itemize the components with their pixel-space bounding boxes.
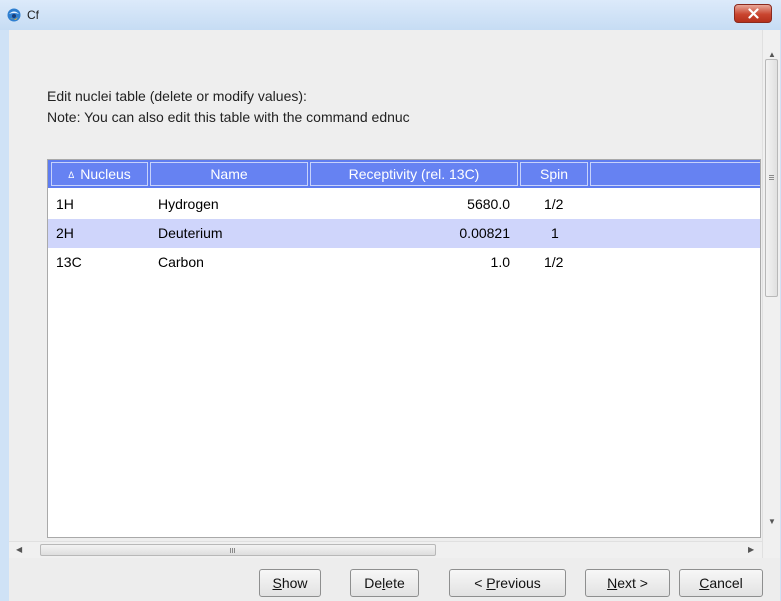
- cell-spin[interactable]: 1/2: [544, 248, 563, 277]
- dialog-body: Edit nuclei table (delete or modify valu…: [9, 30, 780, 601]
- column-header-empty[interactable]: [590, 162, 760, 186]
- cell-name[interactable]: Carbon: [158, 248, 204, 277]
- table-header: Δ Nucleus Name Receptivity (rel. 13C) Spi…: [48, 160, 760, 188]
- cell-spin[interactable]: 1/2: [544, 190, 563, 219]
- delete-button[interactable]: Delete: [350, 569, 419, 597]
- close-icon: [748, 8, 759, 19]
- cell-receptivity[interactable]: 5680.0: [467, 190, 510, 219]
- cell-receptivity[interactable]: 1.0: [491, 248, 510, 277]
- table-row-selected[interactable]: 2H Deuterium 0.00821 1: [48, 219, 760, 248]
- cell-nucleus[interactable]: 13C: [56, 248, 82, 277]
- arrow-up-icon[interactable]: ▲: [768, 50, 776, 59]
- app-icon: [6, 7, 22, 23]
- arrow-left-icon[interactable]: ◀: [16, 545, 22, 554]
- cell-name[interactable]: Deuterium: [158, 219, 223, 248]
- next-button[interactable]: Next >: [585, 569, 670, 597]
- cancel-button[interactable]: Cancel: [679, 569, 763, 597]
- column-header-label: Spin: [539, 166, 569, 182]
- vertical-scrollbar[interactable]: ▲ ▼: [762, 30, 780, 558]
- cell-spin[interactable]: 1: [551, 219, 559, 248]
- table-row[interactable]: 13C Carbon 1.0 1/2: [48, 248, 760, 277]
- column-header-label: Name: [210, 166, 248, 182]
- cell-nucleus[interactable]: 2H: [56, 219, 74, 248]
- nuclei-table[interactable]: Δ Nucleus Name Receptivity (rel. 13C) Spi…: [47, 159, 761, 538]
- window-title: Cf: [27, 8, 39, 22]
- arrow-right-icon[interactable]: ▶: [748, 545, 754, 554]
- column-header-spin[interactable]: Spin: [520, 162, 588, 186]
- cell-name[interactable]: Hydrogen: [158, 190, 219, 219]
- column-header-nucleus[interactable]: Δ Nucleus: [51, 162, 148, 186]
- cell-receptivity[interactable]: 0.00821: [459, 219, 510, 248]
- title-bar[interactable]: Cf: [0, 0, 781, 30]
- sort-ascending-icon: Δ: [68, 170, 75, 180]
- instruction-text: Edit nuclei table (delete or modify valu…: [47, 88, 307, 104]
- column-header-receptivity[interactable]: Receptivity (rel. 13C): [310, 162, 518, 186]
- column-header-label: Receptivity (rel. 13C): [348, 166, 480, 182]
- vertical-scroll-thumb[interactable]: [765, 59, 778, 297]
- horizontal-scrollbar[interactable]: ◀ ▶: [9, 541, 762, 558]
- table-row[interactable]: 1H Hydrogen 5680.0 1/2: [48, 190, 760, 219]
- dialog-window: Cf Edit nuclei table (delete or modify v…: [0, 0, 781, 601]
- note-text: Note: You can also edit this table with …: [47, 109, 410, 125]
- previous-button[interactable]: < Previous: [449, 569, 566, 597]
- cell-nucleus[interactable]: 1H: [56, 190, 74, 219]
- arrow-down-icon[interactable]: ▼: [768, 517, 776, 526]
- column-header-label: Nucleus: [80, 166, 131, 182]
- show-button[interactable]: Show: [259, 569, 321, 597]
- horizontal-scroll-thumb[interactable]: [40, 544, 436, 556]
- close-button[interactable]: [734, 4, 772, 23]
- column-header-name[interactable]: Name: [150, 162, 308, 186]
- content-area: Edit nuclei table (delete or modify valu…: [9, 30, 762, 558]
